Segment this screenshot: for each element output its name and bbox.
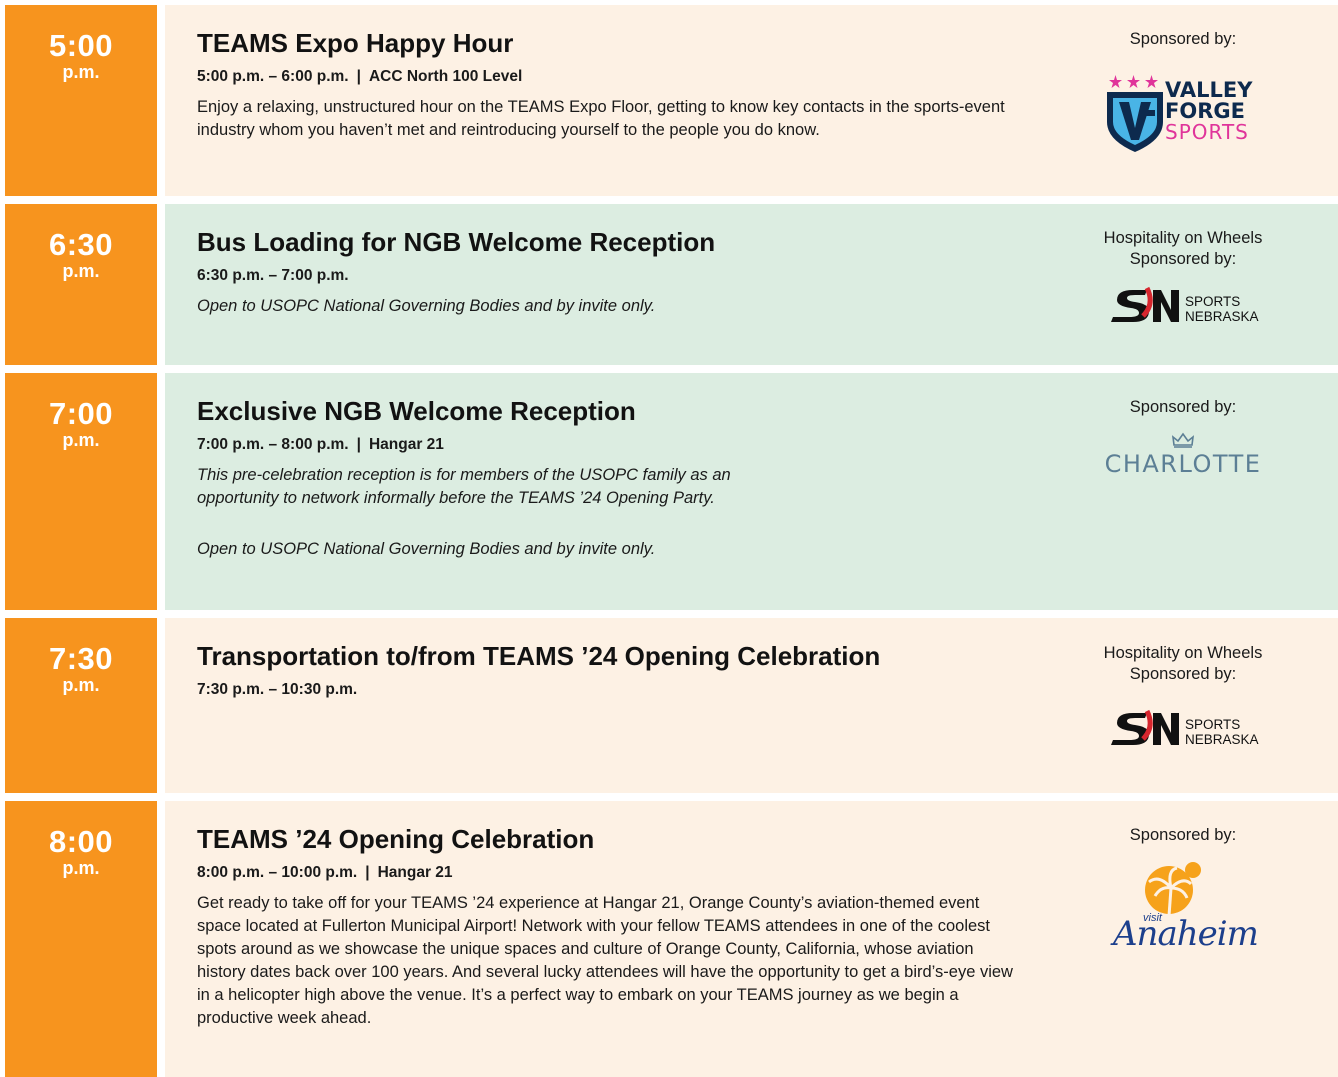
logo-text-sports: SPORTS	[1165, 120, 1249, 144]
event-hours: 7:30 p.m. – 10:30 p.m.	[197, 681, 358, 698]
time-hour: 7:30	[48, 641, 114, 676]
logo-text-sports: SPORTS	[1185, 717, 1241, 732]
logo-text-anaheim: Anaheim	[1113, 914, 1259, 954]
time-ampm: p.m.	[62, 261, 100, 281]
sponsor-label: Sponsored by:	[1129, 826, 1237, 844]
charlotte-logo: CHARLOTTE	[1098, 432, 1268, 484]
event-title: TEAMS Expo Happy Hour	[197, 28, 514, 58]
event-title: Transportation to/from TEAMS ’24 Opening…	[197, 641, 881, 671]
event-hours: 8:00 p.m. – 10:00 p.m.	[197, 864, 358, 881]
sponsor-block: Hospitality on Wheels Sponsored by: SPOR…	[1028, 228, 1338, 330]
sponsor-label: Sponsored by:	[1129, 250, 1237, 268]
event-hours: 5:00 p.m. – 6:00 p.m.	[197, 68, 349, 85]
sponsor-block: Sponsored by: visit Anaheim	[1028, 825, 1338, 960]
event-location: ACC North 100 Level	[368, 68, 523, 85]
sports-nebraska-logo: SPORTS NEBRASKA	[1103, 282, 1263, 330]
event-title: Bus Loading for NGB Welcome Reception	[197, 227, 716, 257]
event-meta: 8:00 p.m. – 10:00 p.m. | Hangar 21	[197, 863, 453, 883]
event-meta: 7:00 p.m. – 8:00 p.m. | Hangar 21	[197, 435, 444, 455]
time-ampm: p.m.	[62, 675, 100, 695]
time-block: 7:00 p.m.	[5, 373, 157, 610]
meta-separator: |	[356, 436, 361, 453]
event-meta: 6:30 p.m. – 7:00 p.m.	[197, 266, 349, 286]
event-panel: Bus Loading for NGB Welcome Reception 6:…	[165, 204, 1338, 365]
event-description: Enjoy a relaxing, unstructured hour on t…	[197, 98, 1005, 139]
time-block: 8:00 p.m.	[5, 801, 157, 1077]
event-row-transportation: 7:30 p.m. Transportation to/from TEAMS ’…	[5, 618, 1338, 793]
event-meta: 5:00 p.m. – 6:00 p.m. | ACC North 100 Leve…	[197, 67, 522, 87]
event-title: TEAMS ’24 Opening Celebration	[197, 824, 595, 854]
logo-text-forge: FORGE	[1165, 99, 1245, 123]
event-row-opening-celebration: 8:00 p.m. TEAMS ’24 Opening Celebration …	[5, 801, 1338, 1077]
time-ampm: p.m.	[62, 430, 100, 450]
sponsor-block: Sponsored by: VALLEY FORGE SPORTS	[1028, 29, 1338, 154]
event-location: Hangar 21	[377, 864, 453, 881]
event-panel: TEAMS Expo Happy Hour 5:00 p.m. – 6:00 p…	[165, 5, 1338, 196]
valley-forge-sports-logo: VALLEY FORGE SPORTS	[1103, 70, 1263, 154]
sports-nebraska-mark-icon	[1111, 709, 1179, 745]
sports-nebraska-mark-icon	[1111, 286, 1179, 322]
time-hour: 7:00	[48, 396, 114, 431]
time-ampm: p.m.	[62, 62, 100, 82]
sponsor-label: Sponsored by:	[1129, 398, 1237, 416]
sponsor-label-hospitality: Hospitality on Wheels	[1103, 644, 1263, 662]
event-note: Open to USOPC National Governing Bodies …	[197, 540, 656, 558]
sponsor-label: Sponsored by:	[1129, 30, 1237, 48]
logo-text-sports: SPORTS	[1185, 294, 1241, 309]
visit-anaheim-logo: visit Anaheim	[1113, 860, 1259, 960]
logo-text-charlotte: CHARLOTTE	[1104, 450, 1262, 478]
event-meta: 7:30 p.m. – 10:30 p.m.	[197, 680, 357, 700]
sponsor-label: Sponsored by:	[1129, 665, 1237, 683]
time-block: 6:30 p.m.	[5, 204, 157, 365]
event-hours: 6:30 p.m. – 7:00 p.m.	[197, 267, 349, 284]
time-hour: 5:00	[48, 28, 114, 63]
event-row-happy-hour: 5:00 p.m. TEAMS Expo Happy Hour 5:00 p.m…	[5, 5, 1338, 196]
logo-text-nebraska: NEBRASKA	[1185, 309, 1259, 324]
event-panel: Exclusive NGB Welcome Reception 7:00 p.m…	[165, 373, 1338, 610]
event-location: Hangar 21	[368, 436, 444, 453]
logo-text-valley: VALLEY	[1165, 78, 1253, 102]
time-hour: 6:30	[48, 227, 114, 262]
event-panel: TEAMS ’24 Opening Celebration 8:00 p.m. …	[165, 801, 1338, 1077]
time-block: 5:00 p.m.	[5, 5, 157, 196]
time-block: 7:30 p.m.	[5, 618, 157, 793]
meta-separator: |	[356, 68, 361, 85]
event-description: Get ready to take off for your TEAMS ’24…	[197, 894, 1013, 1027]
event-panel: Transportation to/from TEAMS ’24 Opening…	[165, 618, 1338, 793]
event-title: Exclusive NGB Welcome Reception	[197, 396, 636, 426]
time-ampm: p.m.	[62, 858, 100, 878]
time-hour: 8:00	[48, 824, 114, 859]
sponsor-block: Hospitality on Wheels Sponsored by: SPOR…	[1028, 643, 1338, 753]
meta-separator: |	[365, 864, 370, 881]
logo-text-nebraska: NEBRASKA	[1185, 732, 1259, 747]
event-description: This pre-celebration reception is for me…	[197, 466, 731, 507]
crown-icon	[1171, 432, 1195, 448]
event-note: Open to USOPC National Governing Bodies …	[197, 297, 656, 315]
sponsor-block: Sponsored by: CHARLOTTE	[1028, 397, 1338, 484]
event-row-bus-loading: 6:30 p.m. Bus Loading for NGB Welcome Re…	[5, 204, 1338, 365]
sponsor-label-hospitality: Hospitality on Wheels	[1103, 229, 1263, 247]
sports-nebraska-logo: SPORTS NEBRASKA	[1103, 705, 1263, 753]
palm-sun-icon	[1145, 862, 1201, 917]
event-row-welcome-reception: 7:00 p.m. Exclusive NGB Welcome Receptio…	[5, 373, 1338, 610]
event-hours: 7:00 p.m. – 8:00 p.m.	[197, 436, 349, 453]
